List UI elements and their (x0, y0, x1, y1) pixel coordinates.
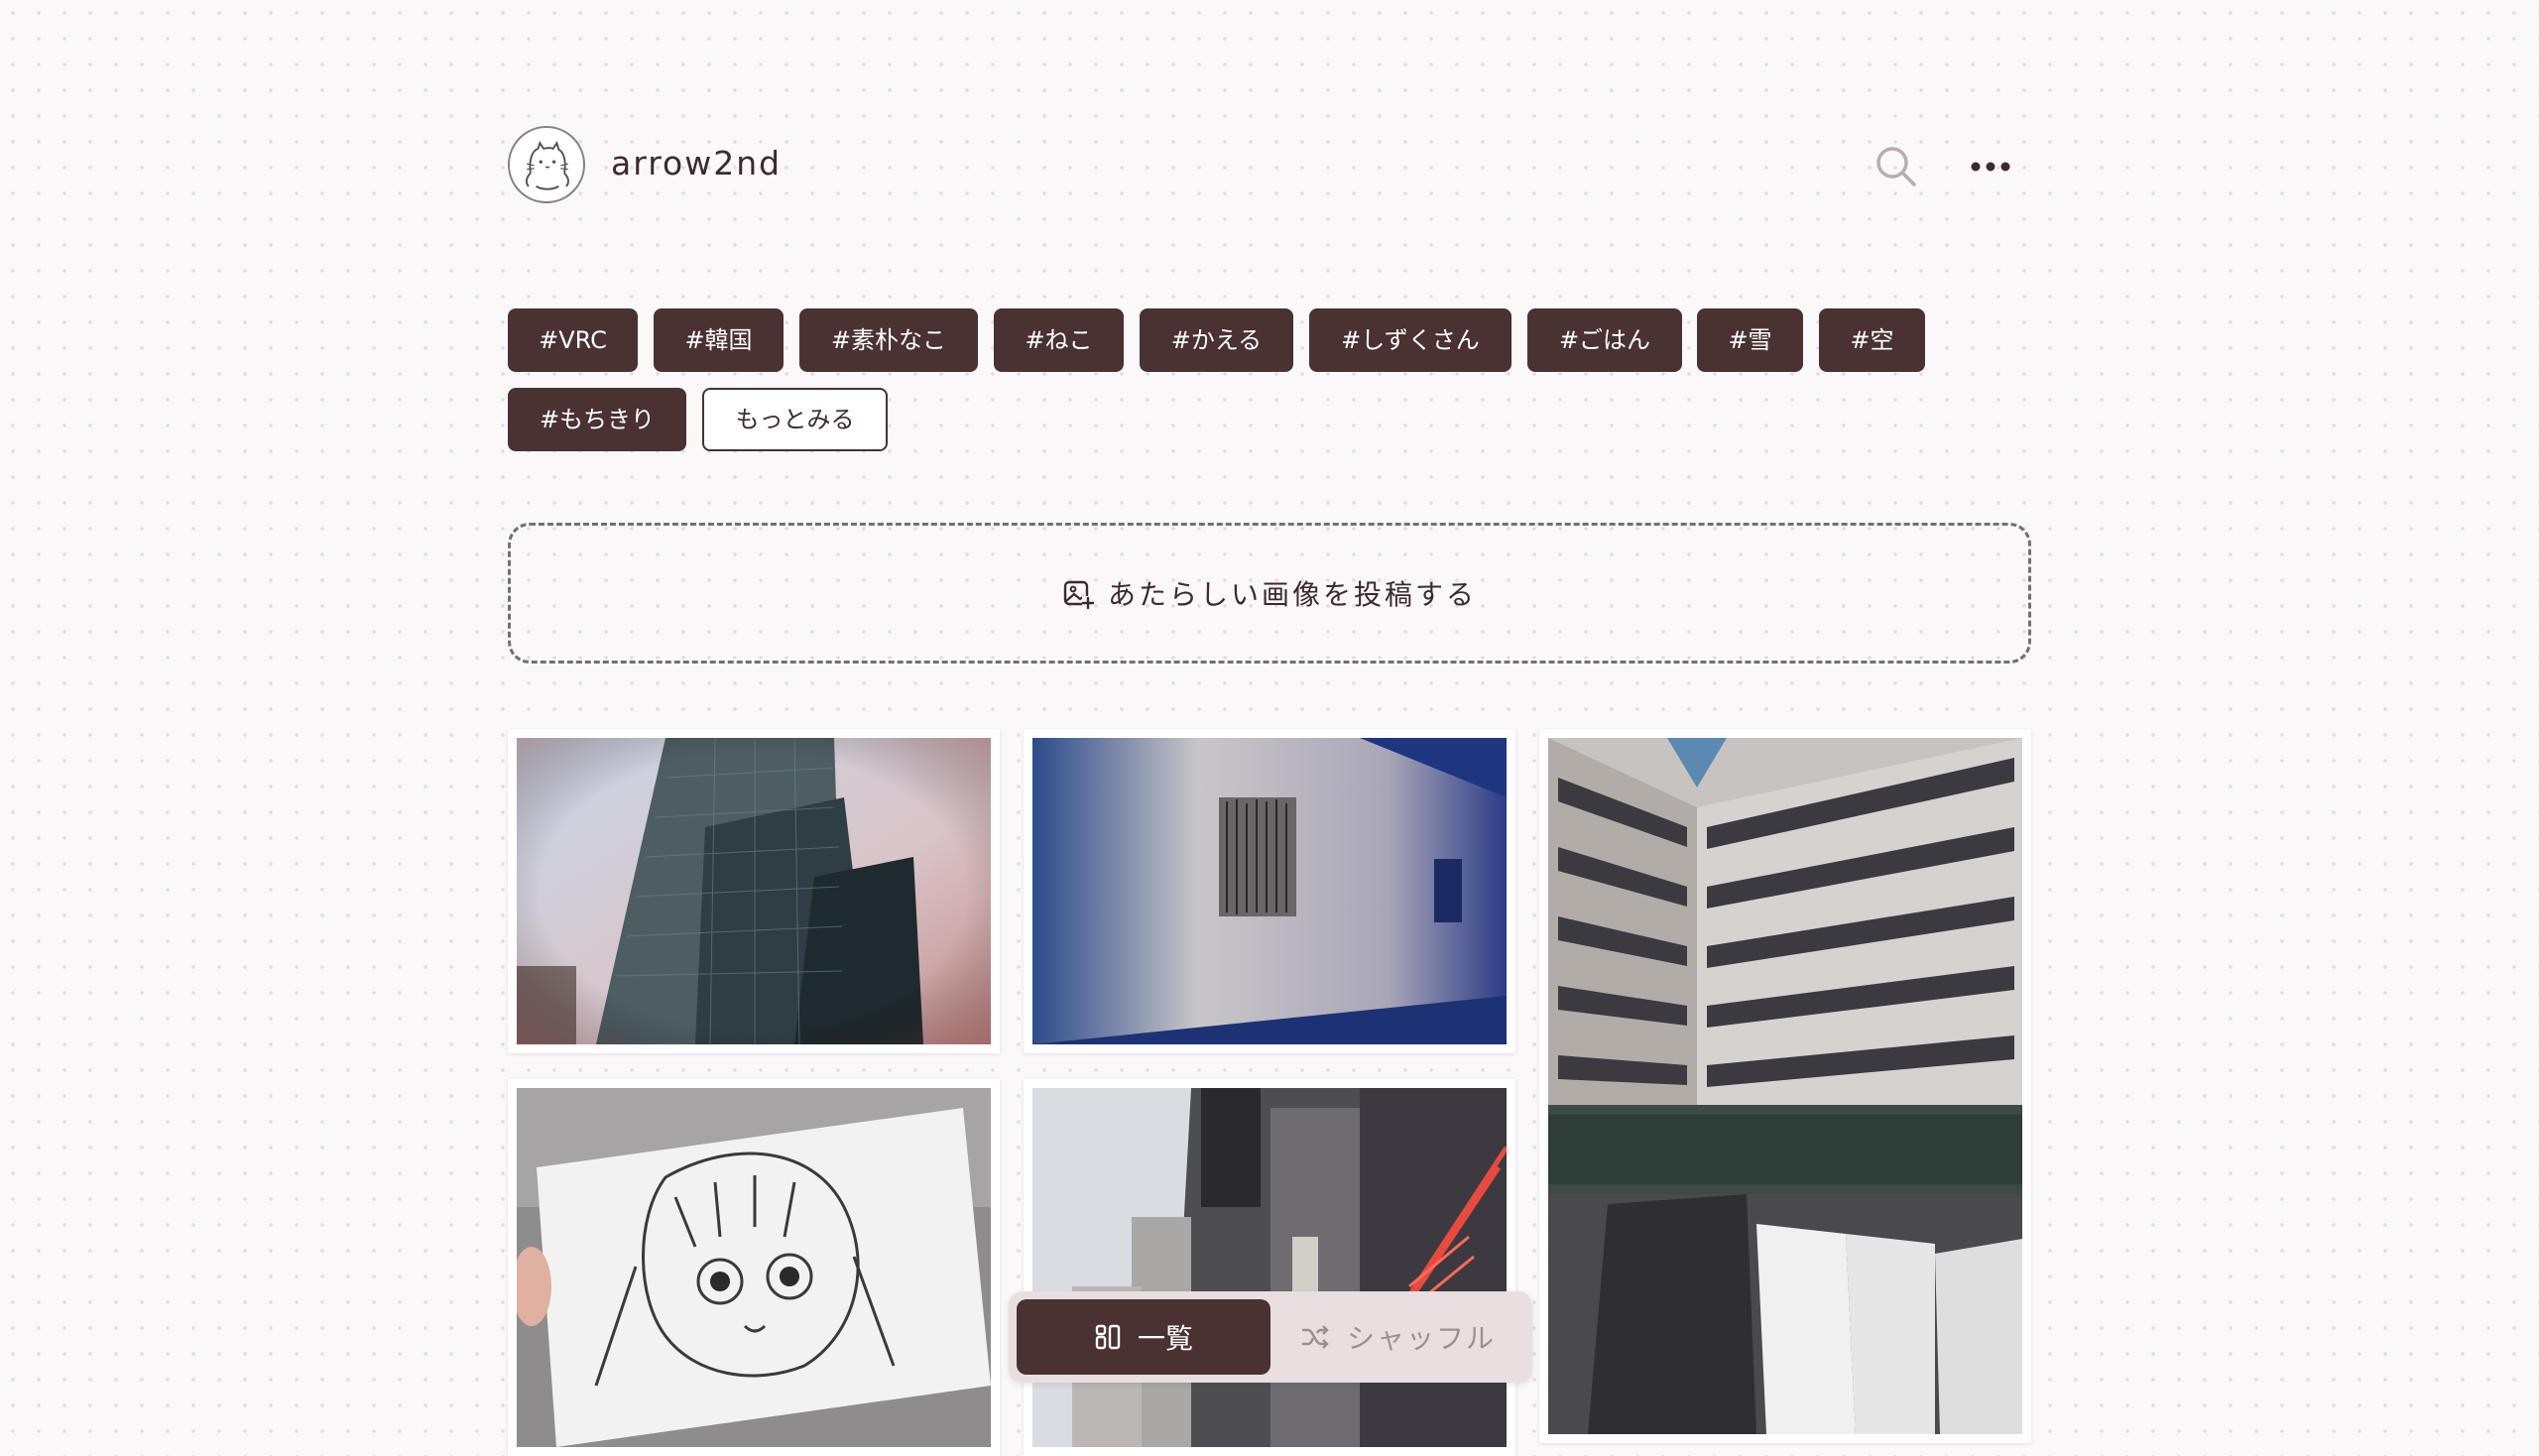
photo-card[interactable] (1539, 729, 2031, 1443)
profile-header: arrow2nd (508, 126, 2031, 207)
avatar[interactable] (508, 126, 585, 203)
shuffle-icon (1301, 1325, 1329, 1349)
tag-chip[interactable]: #空 (1819, 308, 1925, 372)
photo-card[interactable] (1024, 729, 1515, 1053)
tag-chip[interactable]: #VRC (508, 308, 638, 372)
search-button[interactable] (1872, 142, 1921, 191)
tag-chip[interactable]: #雪 (1697, 308, 1803, 372)
username[interactable]: arrow2nd (611, 144, 782, 182)
photo-card[interactable] (508, 1079, 1000, 1456)
more-options-button[interactable] (1966, 142, 2015, 191)
page: arrow2nd #VRC #韓国 #素朴なこ #ねこ #かえる #しずくさん … (508, 0, 2031, 1456)
tag-chip[interactable]: #かえる (1140, 308, 1293, 372)
photo-image (517, 738, 991, 1044)
photo-image (1032, 738, 1507, 1044)
upload-content: あたらしい画像を投稿する (511, 526, 2028, 661)
upload-image-button[interactable]: あたらしい画像を投稿する (508, 523, 2031, 664)
more-dots-icon (1971, 162, 2010, 172)
tag-chip[interactable]: #もちきり (508, 388, 686, 451)
upload-label: あたらしい画像を投稿する (1107, 578, 1477, 611)
photo-image (1032, 1088, 1507, 1447)
list-view-button[interactable]: 一覧 (1017, 1299, 1270, 1375)
tag-chip[interactable]: #ごはん (1527, 308, 1682, 372)
tag-chip[interactable]: #韓国 (654, 308, 784, 372)
search-icon (1876, 147, 1916, 186)
list-view-label: 一覧 (1137, 1322, 1193, 1355)
photo-image (1548, 738, 2022, 1434)
shuffle-button[interactable]: シャッフル (1270, 1299, 1524, 1375)
tag-chip[interactable]: #素朴なこ (799, 308, 978, 372)
shuffle-label: シャッフル (1346, 1322, 1496, 1355)
photo-image (517, 1088, 991, 1447)
grid-view-icon (1095, 1324, 1121, 1350)
image-plus-icon (1063, 580, 1094, 609)
more-tags-button[interactable]: もっとみる (702, 388, 888, 451)
view-toggle: 一覧 シャッフル (1009, 1291, 1532, 1383)
tag-chip[interactable]: #しずくさん (1309, 308, 1511, 372)
tag-chip[interactable]: #ねこ (994, 308, 1124, 372)
cat-doodle-icon (525, 140, 569, 190)
photo-card[interactable] (508, 729, 1000, 1053)
photo-card[interactable] (1024, 1079, 1515, 1456)
